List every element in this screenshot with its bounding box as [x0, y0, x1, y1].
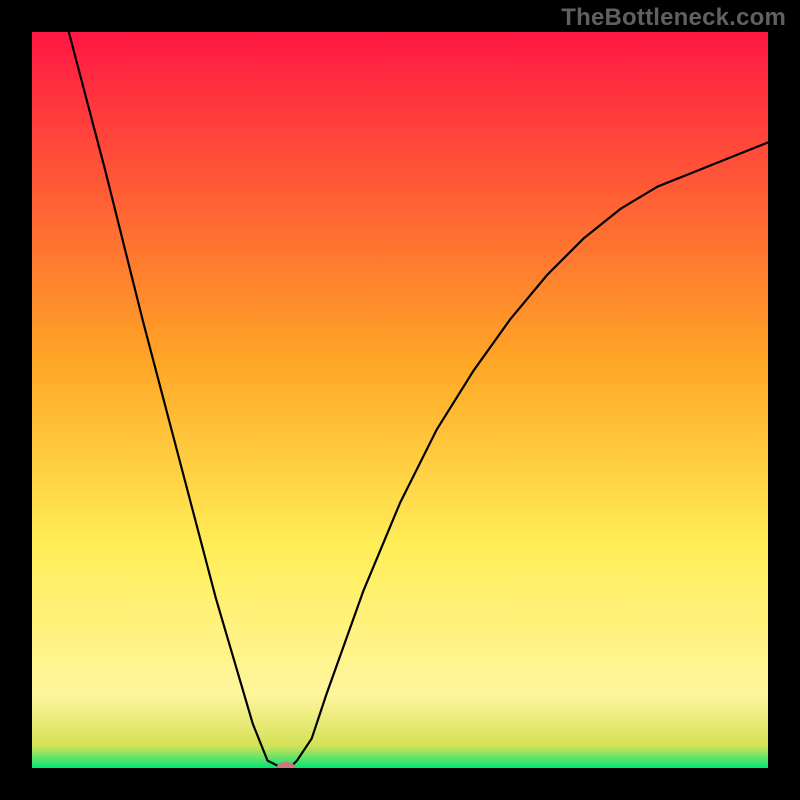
chart-frame: TheBottleneck.com: [0, 0, 800, 800]
plot-area: [32, 32, 768, 768]
chart-svg: [32, 32, 768, 768]
gradient-background: [32, 32, 768, 768]
watermark-text: TheBottleneck.com: [561, 4, 786, 32]
